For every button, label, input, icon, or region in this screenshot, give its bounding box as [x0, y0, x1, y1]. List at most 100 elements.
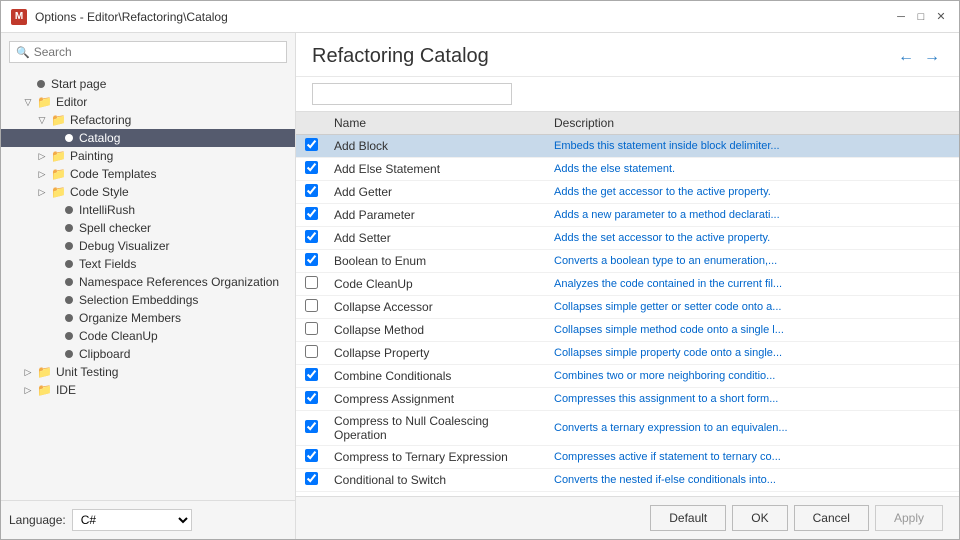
- table-row[interactable]: Compress to Ternary ExpressionCompresses…: [296, 446, 959, 469]
- back-arrow-button[interactable]: ←: [895, 46, 917, 68]
- checkbox-cell[interactable]: [296, 388, 326, 411]
- sidebar-item-code-style[interactable]: ▷ 📁 Code Style: [1, 183, 295, 201]
- sidebar-item-debug-visualizer[interactable]: Debug Visualizer: [1, 237, 295, 255]
- sidebar-item-text-fields[interactable]: Text Fields: [1, 255, 295, 273]
- expander: [49, 275, 63, 289]
- item-checkbox[interactable]: [305, 299, 318, 312]
- item-checkbox[interactable]: [305, 368, 318, 381]
- checkbox-cell[interactable]: [296, 250, 326, 273]
- table-row[interactable]: Add BlockEmbeds this statement inside bl…: [296, 135, 959, 158]
- item-checkbox[interactable]: [305, 322, 318, 335]
- sidebar: 🔍 Start page ▽ 📁 Editor ▽ 📁 Refact: [1, 33, 296, 539]
- checkbox-cell[interactable]: [296, 296, 326, 319]
- item-desc: Adds the set accessor to the active prop…: [546, 227, 959, 250]
- table-row[interactable]: Code CleanUpAnalyzes the code contained …: [296, 273, 959, 296]
- sidebar-item-code-templates[interactable]: ▷ 📁 Code Templates: [1, 165, 295, 183]
- item-checkbox[interactable]: [305, 161, 318, 174]
- table-row[interactable]: Add SetterAdds the set accessor to the a…: [296, 227, 959, 250]
- col-name: Name: [326, 112, 546, 135]
- sidebar-item-label: Catalog: [79, 131, 120, 145]
- sidebar-item-organize-members[interactable]: Organize Members: [1, 309, 295, 327]
- table-row[interactable]: Add GetterAdds the get accessor to the a…: [296, 181, 959, 204]
- minimize-button[interactable]: ─: [893, 9, 909, 25]
- sidebar-item-label: Start page: [51, 77, 106, 91]
- default-button[interactable]: Default: [650, 505, 726, 531]
- cancel-button[interactable]: Cancel: [794, 505, 869, 531]
- sidebar-item-editor[interactable]: ▽ 📁 Editor: [1, 93, 295, 111]
- search-box[interactable]: 🔍: [9, 41, 287, 63]
- table-row[interactable]: Conditional to SwitchConverts the nested…: [296, 469, 959, 492]
- table-row[interactable]: Combine ConditionalsCombines two or more…: [296, 365, 959, 388]
- sidebar-item-code-cleanup[interactable]: Code CleanUp: [1, 327, 295, 345]
- catalog-search-input[interactable]: [312, 83, 512, 105]
- panel-header: Refactoring Catalog ← →: [296, 33, 959, 77]
- language-select[interactable]: C# VB.NET: [72, 509, 192, 531]
- sidebar-item-catalog[interactable]: Catalog: [1, 129, 295, 147]
- item-name: Conditional to Switch: [326, 469, 546, 492]
- checkbox-cell[interactable]: [296, 411, 326, 446]
- item-checkbox[interactable]: [305, 184, 318, 197]
- window-controls: ─ □ ✕: [893, 9, 949, 25]
- checkbox-cell[interactable]: [296, 227, 326, 250]
- search-input[interactable]: [34, 45, 280, 59]
- table-row[interactable]: Add Else StatementAdds the else statemen…: [296, 158, 959, 181]
- item-checkbox[interactable]: [305, 391, 318, 404]
- checkbox-cell[interactable]: [296, 204, 326, 227]
- apply-button[interactable]: Apply: [875, 505, 943, 531]
- item-checkbox[interactable]: [305, 253, 318, 266]
- table-row[interactable]: Compress to Null Coalescing OperationCon…: [296, 411, 959, 446]
- table-row[interactable]: Add ParameterAdds a new parameter to a m…: [296, 204, 959, 227]
- sidebar-item-selection-embeddings[interactable]: Selection Embeddings: [1, 291, 295, 309]
- search-icon: 🔍: [16, 46, 30, 59]
- right-panel: Refactoring Catalog ← → Name Description: [296, 33, 959, 539]
- table-row[interactable]: Collapse MethodCollapses simple method c…: [296, 319, 959, 342]
- sidebar-item-label: Editor: [56, 95, 87, 109]
- table-row[interactable]: Boolean to EnumConverts a boolean type t…: [296, 250, 959, 273]
- checkbox-cell[interactable]: [296, 181, 326, 204]
- sidebar-item-ide[interactable]: ▷ 📁 IDE: [1, 381, 295, 399]
- item-checkbox[interactable]: [305, 230, 318, 243]
- checkbox-cell[interactable]: [296, 135, 326, 158]
- sidebar-item-unit-testing[interactable]: ▷ 📁 Unit Testing: [1, 363, 295, 381]
- item-name: Add Getter: [326, 181, 546, 204]
- table-row[interactable]: Compress AssignmentCompresses this assig…: [296, 388, 959, 411]
- sidebar-item-namespace-refs[interactable]: Namespace References Organization: [1, 273, 295, 291]
- item-checkbox[interactable]: [305, 138, 318, 151]
- dot-icon: [65, 350, 73, 358]
- maximize-button[interactable]: □: [913, 9, 929, 25]
- checkbox-cell[interactable]: [296, 273, 326, 296]
- item-checkbox[interactable]: [305, 449, 318, 462]
- item-name: Compress to Null Coalescing Operation: [326, 411, 546, 446]
- sidebar-item-clipboard[interactable]: Clipboard: [1, 345, 295, 363]
- checkbox-cell[interactable]: [296, 469, 326, 492]
- checkbox-cell[interactable]: [296, 158, 326, 181]
- item-desc: Embeds this statement inside block delim…: [546, 135, 959, 158]
- table-row[interactable]: Collapse AccessorCollapses simple getter…: [296, 296, 959, 319]
- panel-title: Refactoring Catalog: [312, 45, 489, 68]
- item-checkbox[interactable]: [305, 420, 318, 433]
- sidebar-item-intellirush[interactable]: IntelliRush: [1, 201, 295, 219]
- item-checkbox[interactable]: [305, 345, 318, 358]
- folder-icon: 📁: [51, 167, 66, 181]
- item-checkbox[interactable]: [305, 276, 318, 289]
- item-name: Compress to Ternary Expression: [326, 446, 546, 469]
- sidebar-item-spell-checker[interactable]: Spell checker: [1, 219, 295, 237]
- ok-button[interactable]: OK: [732, 505, 787, 531]
- checkbox-cell[interactable]: [296, 365, 326, 388]
- sidebar-item-refactoring[interactable]: ▽ 📁 Refactoring: [1, 111, 295, 129]
- table-row[interactable]: Collapse PropertyCollapses simple proper…: [296, 342, 959, 365]
- expander: [49, 131, 63, 145]
- sidebar-item-label: Debug Visualizer: [79, 239, 170, 253]
- sidebar-item-label: Code Templates: [70, 167, 157, 181]
- checkbox-cell[interactable]: [296, 319, 326, 342]
- item-checkbox[interactable]: [305, 207, 318, 220]
- checkbox-cell[interactable]: [296, 446, 326, 469]
- sidebar-item-label: Unit Testing: [56, 365, 118, 379]
- options-window: M Options - Editor\Refactoring\Catalog ─…: [0, 0, 960, 540]
- forward-arrow-button[interactable]: →: [921, 46, 943, 68]
- item-checkbox[interactable]: [305, 472, 318, 485]
- close-button[interactable]: ✕: [933, 9, 949, 25]
- sidebar-item-painting[interactable]: ▷ 📁 Painting: [1, 147, 295, 165]
- sidebar-item-start-page[interactable]: Start page: [1, 75, 295, 93]
- checkbox-cell[interactable]: [296, 342, 326, 365]
